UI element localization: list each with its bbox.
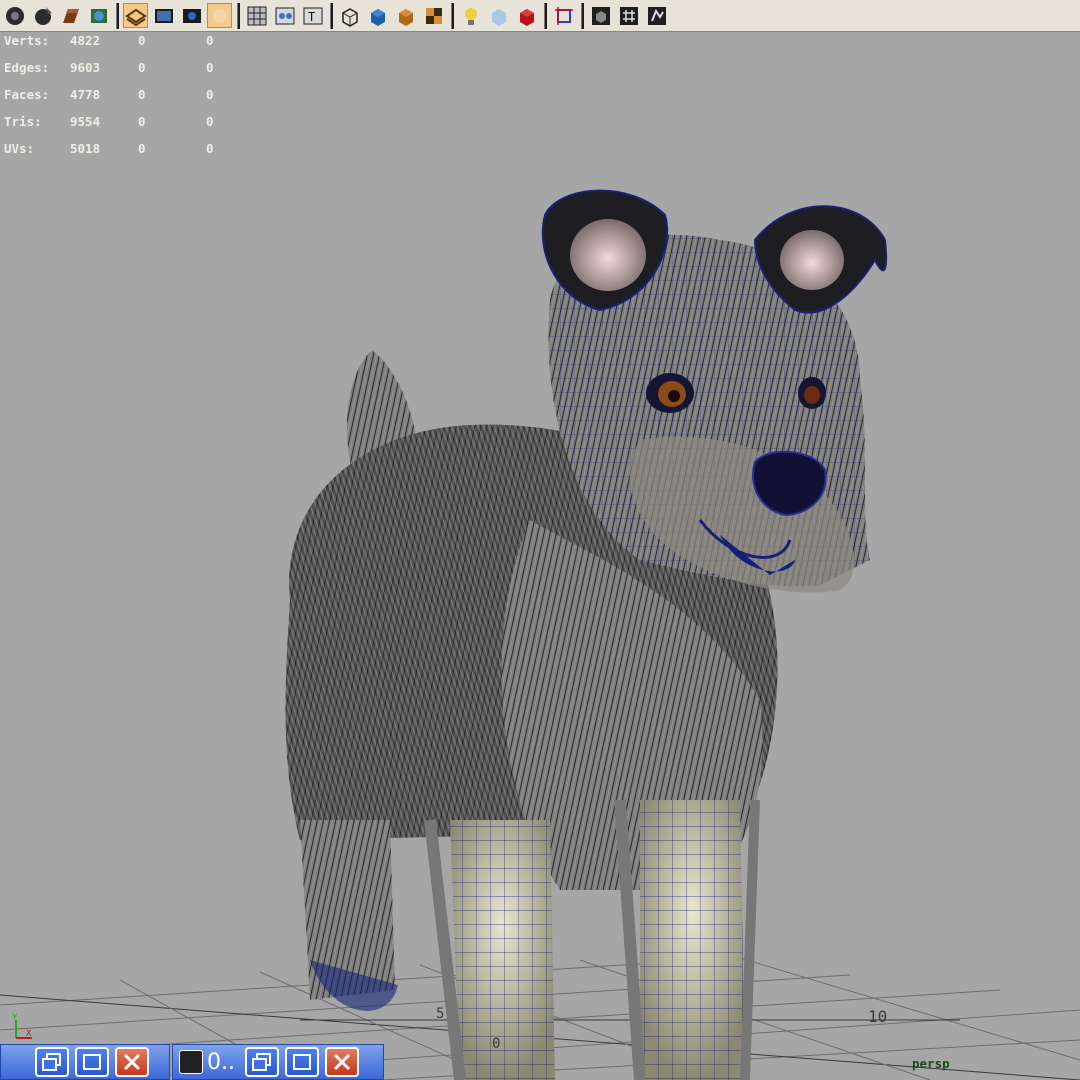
axis-x-label: X [26,1029,32,1039]
grid-label-5: 5 [436,1006,444,1022]
resolution-gate-icon[interactable] [207,3,232,28]
wireframe-icon[interactable] [272,3,297,28]
3d-viewport[interactable]: 5 10 0 [0,32,1080,1080]
image-plane-icon[interactable] [588,3,613,28]
hud-label: Tris: [4,114,42,129]
render-settings-icon[interactable] [58,3,83,28]
close-icon[interactable] [115,1047,149,1077]
use-all-lights-icon[interactable] [365,3,390,28]
axis-gizmo-icon: Y X [12,1013,32,1039]
hud-label: Faces: [4,87,50,102]
close-icon[interactable] [324,1047,359,1077]
hud-value: 9554 [70,114,101,129]
hypershade-icon[interactable] [86,3,111,28]
hud-value: 9603 [70,60,101,75]
shadows-icon[interactable] [421,3,446,28]
hud-value: 5018 [70,141,101,156]
grid-label-10: 10 [868,1007,887,1026]
xray-icon[interactable] [393,3,418,28]
high-quality-icon[interactable] [486,3,511,28]
bookmark-icon[interactable] [551,3,576,28]
hud-selected: 0 [138,33,146,48]
hud-component: 0 [206,114,214,129]
hud-label: Edges: [4,60,50,75]
toolbar-separator [116,2,119,29]
hud-selected: 0 [138,87,146,102]
camera-attributes-icon[interactable] [514,3,539,28]
hud-value: 4778 [70,87,101,102]
hud-label: UVs: [4,141,35,156]
axis-y-label: Y [12,1013,18,1023]
maximize-icon[interactable] [75,1047,109,1077]
hud-component: 0 [206,33,214,48]
hud-selected: 0 [138,114,146,129]
frame-selection-icon[interactable] [616,3,641,28]
hud-component: 0 [206,60,214,75]
app-icon [179,1050,203,1074]
hud-component: 0 [206,141,214,156]
toolbar-separator [330,2,333,29]
minimized-window-left[interactable] [0,1044,170,1080]
svg-text:T: T [308,10,315,24]
render-view-icon[interactable] [2,3,27,28]
restore-icon[interactable] [244,1047,279,1077]
maximize-icon[interactable] [284,1047,319,1077]
toolbar-separator [581,2,584,29]
safe-action-icon[interactable] [244,3,269,28]
toolbar-separator [237,2,240,29]
smooth-shade-icon[interactable]: T [300,3,325,28]
film-gate-icon[interactable] [179,3,204,28]
hud-component: 0 [206,87,214,102]
isolate-select-icon[interactable] [123,3,148,28]
hud-value: 4822 [70,33,101,48]
snapshot-icon[interactable] [644,3,669,28]
ipr-render-icon[interactable] [30,3,55,28]
viewport-toolbar: T [0,0,1080,32]
toolbar-separator [451,2,454,29]
default-light-icon[interactable] [458,3,483,28]
hud-selected: 0 [138,141,146,156]
grid-toggle-icon[interactable] [151,3,176,28]
camera-label: persp [912,1056,950,1071]
hud-label: Verts: [4,33,50,48]
window-title: 0.. [207,1049,235,1075]
hud-selected: 0 [138,60,146,75]
textured-icon[interactable] [337,3,362,28]
restore-icon[interactable] [35,1047,69,1077]
grid-label-0: 0 [492,1036,500,1052]
minimized-window-right[interactable]: 0.. [172,1044,384,1080]
toolbar-separator [544,2,547,29]
